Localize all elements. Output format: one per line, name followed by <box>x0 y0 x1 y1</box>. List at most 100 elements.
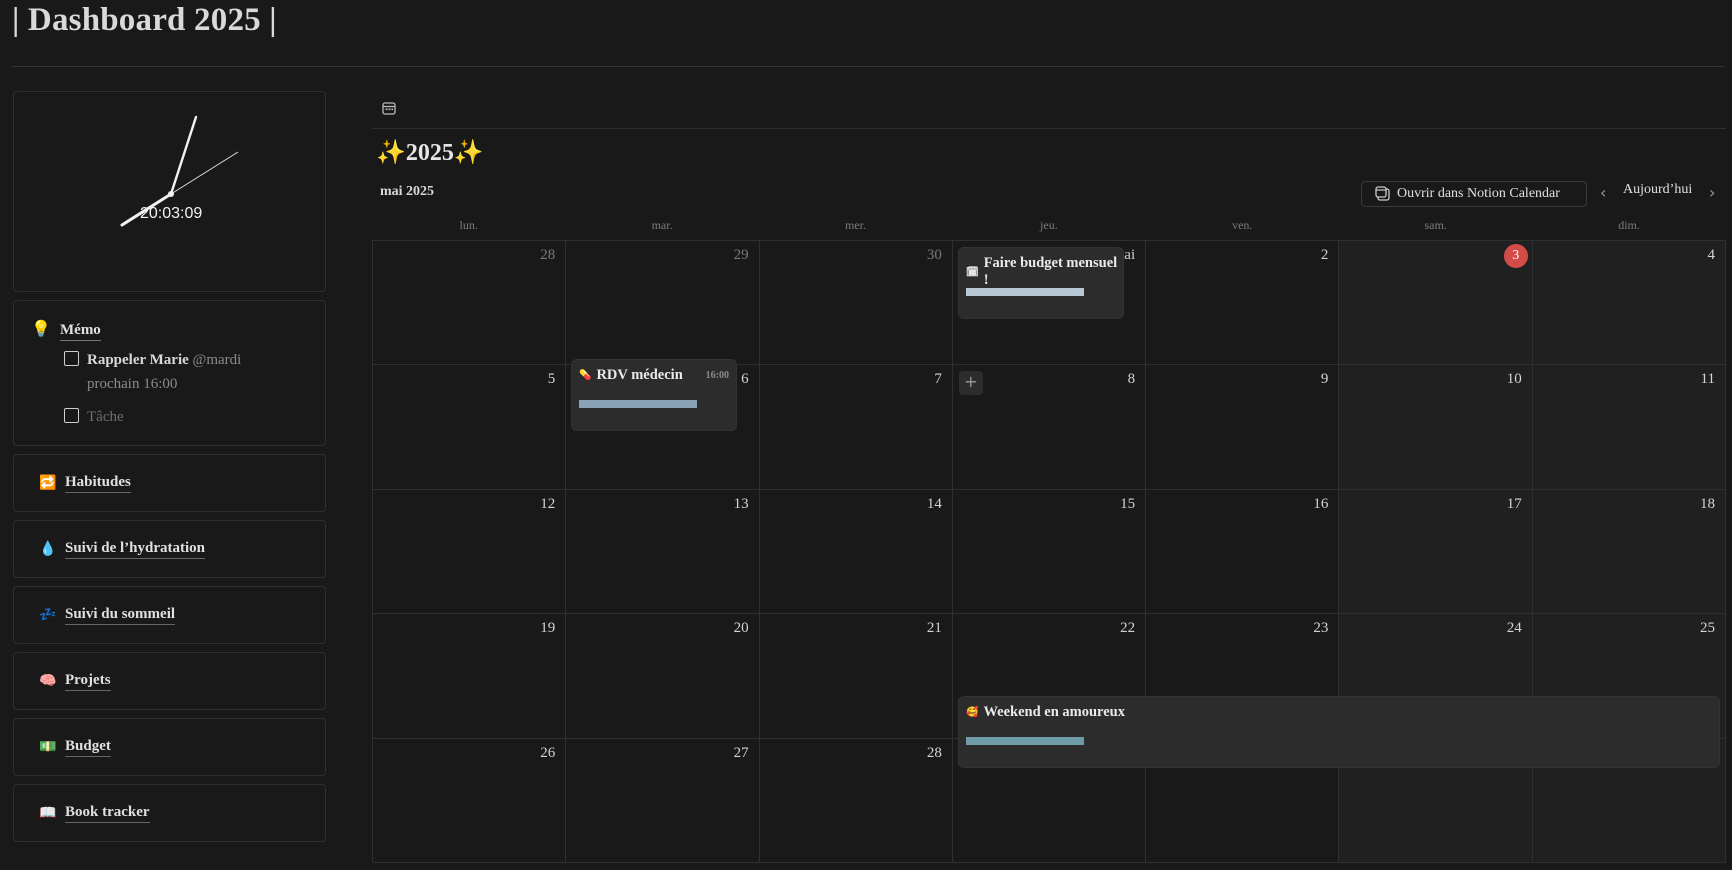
book-icon: 📖 <box>39 805 57 821</box>
link-book-tracker[interactable]: 📖 Book tracker <box>13 784 326 842</box>
calendar-day-cell[interactable]: 4 <box>1532 241 1726 366</box>
calendar-day-cell[interactable]: 9 <box>1146 365 1340 490</box>
calendar-day-cell[interactable]: 8 + <box>952 365 1147 490</box>
weekday-label: mar. <box>651 218 673 232</box>
calendar-day-cell[interactable]: 30 <box>759 241 953 366</box>
day-number: 25 <box>1699 620 1715 637</box>
calendar-day-cell[interactable]: 2 <box>1146 241 1340 366</box>
calendar-day-cell[interactable]: 7 <box>759 365 953 490</box>
day-number: 20 <box>733 620 749 637</box>
event-card[interactable]: 🗓 Faire budget mensuel ! <box>959 248 1123 318</box>
memo-todo-item: Rappeler Marie @mardi prochain 16:00 <box>64 348 287 396</box>
weekday-label: sam. <box>1424 218 1447 232</box>
link-projets[interactable]: 🧠 Projets <box>13 652 326 710</box>
day-number: 15 <box>1120 495 1136 512</box>
calendar-day-cell[interactable]: 17 <box>1339 489 1533 615</box>
day-number: 26 <box>540 744 556 761</box>
calendar-day-cell[interactable]: 27 <box>566 738 760 863</box>
calendar-day-cell[interactable]: 10 <box>1339 365 1533 490</box>
droplet-icon: 💧 <box>39 541 57 557</box>
day-number: 4 <box>1707 247 1715 263</box>
calendar-day-cell[interactable]: 28 <box>373 241 567 366</box>
event-progress-bar <box>966 737 1084 745</box>
link-label[interactable]: Habitudes <box>65 474 131 493</box>
clock-second-hand <box>170 151 239 195</box>
event-card[interactable]: 💊 RDV médecin 16:00 <box>572 360 736 430</box>
day-number: 11 <box>1700 371 1715 388</box>
day-number: 22 <box>1120 620 1136 637</box>
day-number: 28 <box>926 744 942 761</box>
calendar-day-cell[interactable]: 15 <box>952 489 1147 615</box>
memo-card: 💡 Mémo Rappeler Marie @mardi prochain 16… <box>13 300 326 446</box>
day-number: 10 <box>1506 371 1522 388</box>
day-number: 16 <box>1313 495 1329 512</box>
day-number: 6 <box>741 371 749 388</box>
today-date-number: 3 <box>1503 244 1528 268</box>
link-label[interactable]: Suivi de l’hydratation <box>65 540 206 559</box>
day-number: 8 <box>1127 371 1136 388</box>
title-divider <box>12 66 1724 67</box>
memo-todo-item: Tâche <box>64 405 287 429</box>
today-button[interactable]: Aujourd’hui <box>1623 182 1692 198</box>
calendar-week-row: 12 13 14 15 16 17 18 <box>373 489 1726 615</box>
calendar-day-cell[interactable]: 28 <box>759 738 953 863</box>
day-number: 24 <box>1506 620 1522 637</box>
event-card[interactable]: 🥰 Weekend en amoureux <box>959 697 1719 767</box>
calendar-day-cell[interactable]: 13 <box>566 489 760 615</box>
chevron-right-icon[interactable]: › <box>1709 183 1715 202</box>
zzz-icon: 💤 <box>39 607 57 623</box>
brain-icon: 🧠 <box>39 673 57 689</box>
calendar-day-cell[interactable]: 3 <box>1339 241 1533 366</box>
calendar-day-cell[interactable]: 12 <box>373 489 567 615</box>
money-icon: 💵 <box>39 739 57 755</box>
calendar-day-cell[interactable]: 11 <box>1532 365 1726 490</box>
weekday-label: jeu. <box>1040 218 1058 232</box>
todo-checkbox[interactable] <box>64 351 79 366</box>
link-label[interactable]: Book tracker <box>65 804 150 823</box>
day-number: 23 <box>1313 620 1329 637</box>
event-title: 💊 RDV médecin <box>579 367 683 383</box>
open-notion-calendar-button[interactable]: Ouvrir dans Notion Calendar <box>1361 181 1587 207</box>
calendar-day-cell[interactable]: 26 <box>373 738 567 863</box>
calendar-day-cell[interactable]: 19 <box>373 614 567 739</box>
day-number: 28 <box>540 247 556 263</box>
calendar-day-cell[interactable]: 14 <box>759 489 953 615</box>
todo-checkbox[interactable] <box>64 408 79 423</box>
day-number: 12 <box>540 495 556 512</box>
link-label[interactable]: Budget <box>65 738 111 757</box>
link-sommeil[interactable]: 💤 Suivi du sommeil <box>13 586 326 644</box>
event-progress-bar <box>966 288 1084 296</box>
link-hydratation[interactable]: 💧 Suivi de l’hydratation <box>13 520 326 578</box>
weekday-label: lun. <box>459 218 478 232</box>
chevron-left-icon[interactable]: ‹ <box>1600 183 1606 202</box>
memo-title[interactable]: Mémo <box>60 322 101 341</box>
link-habitudes[interactable]: 🔁 Habitudes <box>13 454 326 512</box>
lightbulb-icon: 💡 <box>31 321 51 338</box>
calendar-day-cell[interactable]: 16 <box>1146 489 1340 615</box>
clock-widget: 20:03:09 <box>13 91 326 292</box>
page-title: | Dashboard 2025 | <box>12 2 277 38</box>
calendar-grid: 2829301 mai2345678+910111213141516171819… <box>372 240 1726 863</box>
todo-text[interactable]: Rappeler Marie @mardi prochain 16:00 <box>87 348 287 396</box>
pill-icon: 💊 <box>579 370 592 381</box>
open-notion-calendar-label: Ouvrir dans Notion Calendar <box>1397 186 1560 201</box>
link-budget[interactable]: 💵 Budget <box>13 718 326 776</box>
calendar-month-label: mai 2025 <box>380 184 435 199</box>
day-number: 19 <box>540 620 556 637</box>
link-label[interactable]: Suivi du sommeil <box>65 606 176 625</box>
repeat-icon: 🔁 <box>39 475 57 491</box>
todo-placeholder[interactable]: Tâche <box>87 405 287 429</box>
weekday-label: mer. <box>844 218 866 232</box>
calendar-emoji-icon: 🗓 <box>966 266 979 278</box>
calendar-day-cell[interactable]: 29 <box>566 241 760 366</box>
add-event-icon[interactable]: + <box>958 371 983 396</box>
calendar-day-cell[interactable]: 5 <box>373 365 567 490</box>
calendar-day-cell[interactable]: 18 <box>1532 489 1726 615</box>
calendar-day-cell[interactable]: 21 <box>759 614 953 739</box>
event-progress-bar <box>579 400 697 408</box>
calendar-title[interactable]: ✨2025✨ <box>376 138 484 167</box>
calendar-icon[interactable] <box>382 101 396 115</box>
link-label[interactable]: Projets <box>65 672 111 691</box>
calendar-day-cell[interactable]: 20 <box>566 614 760 739</box>
day-number: 30 <box>926 247 942 263</box>
